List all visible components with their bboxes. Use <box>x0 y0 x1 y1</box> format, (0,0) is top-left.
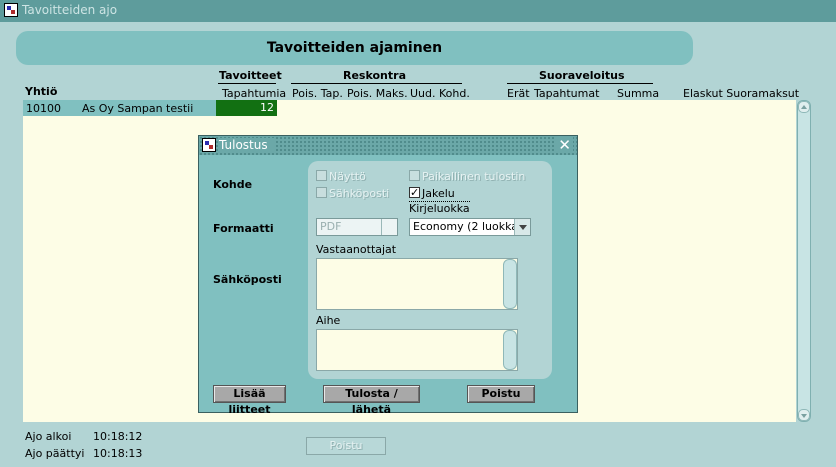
column-tapahtumia: Tapahtumia <box>222 87 287 100</box>
window-title: Tavoitteiden ajo <box>22 3 118 17</box>
paikallinen-label: Paikallinen tulostin <box>422 170 526 183</box>
dialog-exit-button[interactable]: Poistu <box>467 385 535 403</box>
ajo-alkoi-label: Ajo alkoi <box>25 430 72 443</box>
add-attachments-button[interactable]: Lisää liitteet <box>213 385 286 416</box>
column-erat: Erät <box>507 87 530 100</box>
kohde-label: Kohde <box>213 178 253 191</box>
app-icon <box>4 3 18 17</box>
chevron-down-icon <box>381 219 397 235</box>
grid-scrollbar[interactable] <box>797 100 811 422</box>
table-row[interactable]: 10100 As Oy Sampan testii <box>23 100 216 116</box>
vastaanottajat-scrollbar[interactable] <box>503 259 517 309</box>
sahkoposti-checkbox[interactable] <box>316 187 327 198</box>
header-rule-suoraveloitus <box>507 83 653 84</box>
ajo-paattyi-label: Ajo päättyi <box>25 447 85 460</box>
dialog-app-icon <box>202 138 216 152</box>
print-dialog: Tulostus ✕ Kohde Formaatti Sähköposti Nä… <box>198 135 578 416</box>
vastaanottajat-input[interactable] <box>316 258 518 310</box>
kirjeluokka-label: Kirjeluokka <box>409 201 470 215</box>
row-code: 10100 <box>26 102 61 115</box>
paikallinen-checkbox[interactable] <box>409 170 420 181</box>
row-name: As Oy Sampan testii <box>82 102 194 115</box>
options-panel: Näyttö Paikallinen tulostin Sähköposti ✓… <box>308 161 552 379</box>
aihe-scrollbar[interactable] <box>503 330 517 370</box>
scroll-down-icon[interactable] <box>798 409 810 421</box>
dialog-title-bar[interactable]: Tulostus ✕ <box>199 136 577 155</box>
format-select[interactable]: PDF <box>316 218 398 236</box>
vastaanottajat-label: Vastaanottajat <box>316 243 397 256</box>
header-rule-reskontra <box>291 83 462 84</box>
column-tapahtumat: Tapahtumat <box>534 87 600 100</box>
naytto-checkbox[interactable] <box>316 170 327 181</box>
scroll-up-icon[interactable] <box>798 101 810 113</box>
header-rule-tavoitteet <box>218 83 276 84</box>
kirjeluokka-select[interactable]: Economy (2 luokka) <box>409 218 531 236</box>
dialog-title: Tulostus <box>219 138 274 152</box>
window-title-bar: Tavoitteiden ajo <box>0 0 836 22</box>
column-pois-tap: Pois. Tap. <box>292 87 343 100</box>
column-pois-maks: Pois. Maks. <box>347 87 408 100</box>
column-yhtio: Yhtiö <box>25 85 58 98</box>
close-icon[interactable]: ✕ <box>556 137 573 153</box>
column-uud-kohd: Uud. Kohd. <box>410 87 470 100</box>
kirjeluokka-value: Economy (2 luokka) <box>413 220 523 233</box>
header-group-reskontra: Reskontra <box>343 69 406 82</box>
format-value: PDF <box>320 220 342 233</box>
chevron-down-icon <box>514 219 530 235</box>
ajo-paattyi-time: 10:18:13 <box>93 447 143 460</box>
sahkoposti-option-label: Sähköposti <box>329 187 390 200</box>
print-send-button[interactable]: Tulosta / lähetä <box>323 385 420 416</box>
ajo-alkoi-time: 10:18:12 <box>93 430 143 443</box>
exit-button[interactable]: Poistu <box>306 437 386 455</box>
column-summa: Summa <box>617 87 660 100</box>
jakelu-label: Jakelu <box>422 187 455 200</box>
header-group-tavoitteet: Tavoitteet <box>219 69 282 82</box>
jakelu-checkbox[interactable]: ✓ <box>409 187 420 198</box>
header-group-suoraveloitus: Suoraveloitus <box>539 69 625 82</box>
formaatti-label: Formaatti <box>213 222 274 235</box>
aihe-input[interactable] <box>316 329 518 371</box>
row-tapahtumia-count: 12 <box>216 100 277 116</box>
sahkoposti-label: Sähköposti <box>213 273 282 286</box>
column-elaskut: Elaskut Suoramaksut <box>683 87 800 100</box>
page-title: Tavoitteiden ajaminen <box>16 31 693 65</box>
aihe-label: Aihe <box>316 314 341 327</box>
naytto-label: Näyttö <box>329 170 366 183</box>
